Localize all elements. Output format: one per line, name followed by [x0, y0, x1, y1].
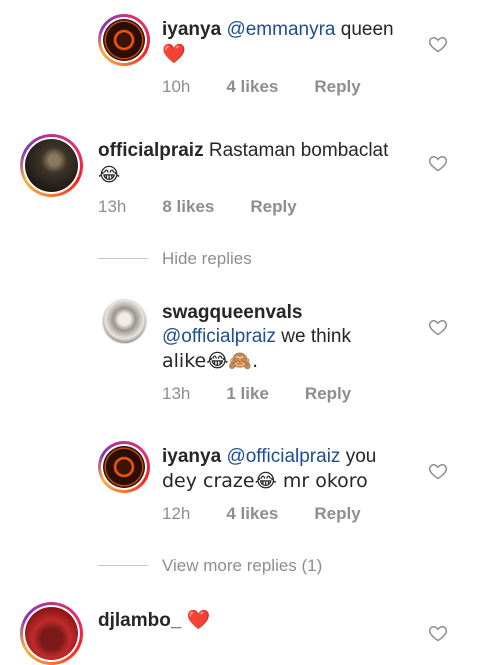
- reply-button[interactable]: Reply: [305, 384, 351, 403]
- comment-likes[interactable]: 1 like: [226, 384, 269, 403]
- comment-body: Rastaman bombaclat: [208, 140, 389, 161]
- avatar[interactable]: [20, 134, 83, 197]
- comment-mention[interactable]: @emmanyra: [226, 19, 335, 40]
- divider-line: [98, 565, 148, 566]
- like-heart-icon[interactable]: [428, 623, 448, 643]
- comment-mention[interactable]: @officialpraiz: [226, 446, 340, 467]
- hide-replies-link[interactable]: Hide replies: [162, 249, 252, 269]
- comment-text: djlambo_ ❤️: [98, 608, 398, 633]
- avatar[interactable]: [98, 14, 150, 66]
- reply-button[interactable]: Reply: [314, 504, 360, 523]
- view-more-replies-link[interactable]: View more replies (1): [162, 556, 322, 576]
- comment-meta: 13h 1 like Reply: [162, 384, 387, 404]
- like-heart-icon[interactable]: [428, 153, 448, 173]
- like-heart-icon[interactable]: [428, 34, 448, 54]
- comment-username[interactable]: iyanya: [162, 446, 221, 467]
- divider-line: [98, 258, 148, 259]
- comment-body: queen: [335, 19, 394, 40]
- avatar[interactable]: [102, 299, 147, 344]
- comment-time: 10h: [162, 77, 191, 96]
- comment-body-line2: dey craze😂 mr okoro: [162, 470, 368, 492]
- comment-time: 13h: [98, 197, 127, 216]
- comment-meta: 12h 4 likes Reply: [162, 504, 397, 524]
- heart-emoji: ❤️: [162, 43, 186, 65]
- comment-likes[interactable]: 4 likes: [226, 77, 278, 96]
- comment-time: 13h: [162, 384, 191, 403]
- comment-body-line2: alike😂🙈.: [162, 350, 259, 372]
- comment-username[interactable]: officialpraiz: [98, 140, 204, 161]
- comment-time: 12h: [162, 504, 191, 523]
- comment-likes[interactable]: 8 likes: [162, 197, 214, 216]
- like-heart-icon[interactable]: [428, 461, 448, 481]
- comment-meta: 13h 8 likes Reply: [98, 197, 333, 217]
- comment-mention[interactable]: @officialpraiz: [162, 326, 276, 347]
- reply-button[interactable]: Reply: [250, 197, 296, 216]
- laughing-emoji: 😂: [98, 164, 121, 186]
- comment-body: you: [340, 446, 377, 467]
- avatar[interactable]: [98, 441, 150, 493]
- comment-username[interactable]: iyanya: [162, 19, 221, 40]
- comment-meta: 10h 4 likes Reply: [162, 77, 397, 97]
- heart-emoji: ❤️: [186, 609, 211, 631]
- comment-text: iyanya @officialpraiz you dey craze😂 mr …: [162, 445, 422, 494]
- comment-text: iyanya @emmanyra queen ❤️: [162, 18, 422, 67]
- comment-username[interactable]: djlambo_: [98, 610, 181, 631]
- comment-likes[interactable]: 4 likes: [226, 504, 278, 523]
- avatar[interactable]: [20, 602, 83, 665]
- comment-username[interactable]: swagqueenvals: [162, 302, 302, 323]
- reply-button[interactable]: Reply: [314, 77, 360, 96]
- comment-text: officialpraiz Rastaman bombaclat 😂: [98, 139, 428, 188]
- comment-text: swagqueenvals @officialpraiz we think al…: [162, 301, 422, 374]
- comment-body: we think: [275, 326, 351, 347]
- like-heart-icon[interactable]: [428, 317, 448, 337]
